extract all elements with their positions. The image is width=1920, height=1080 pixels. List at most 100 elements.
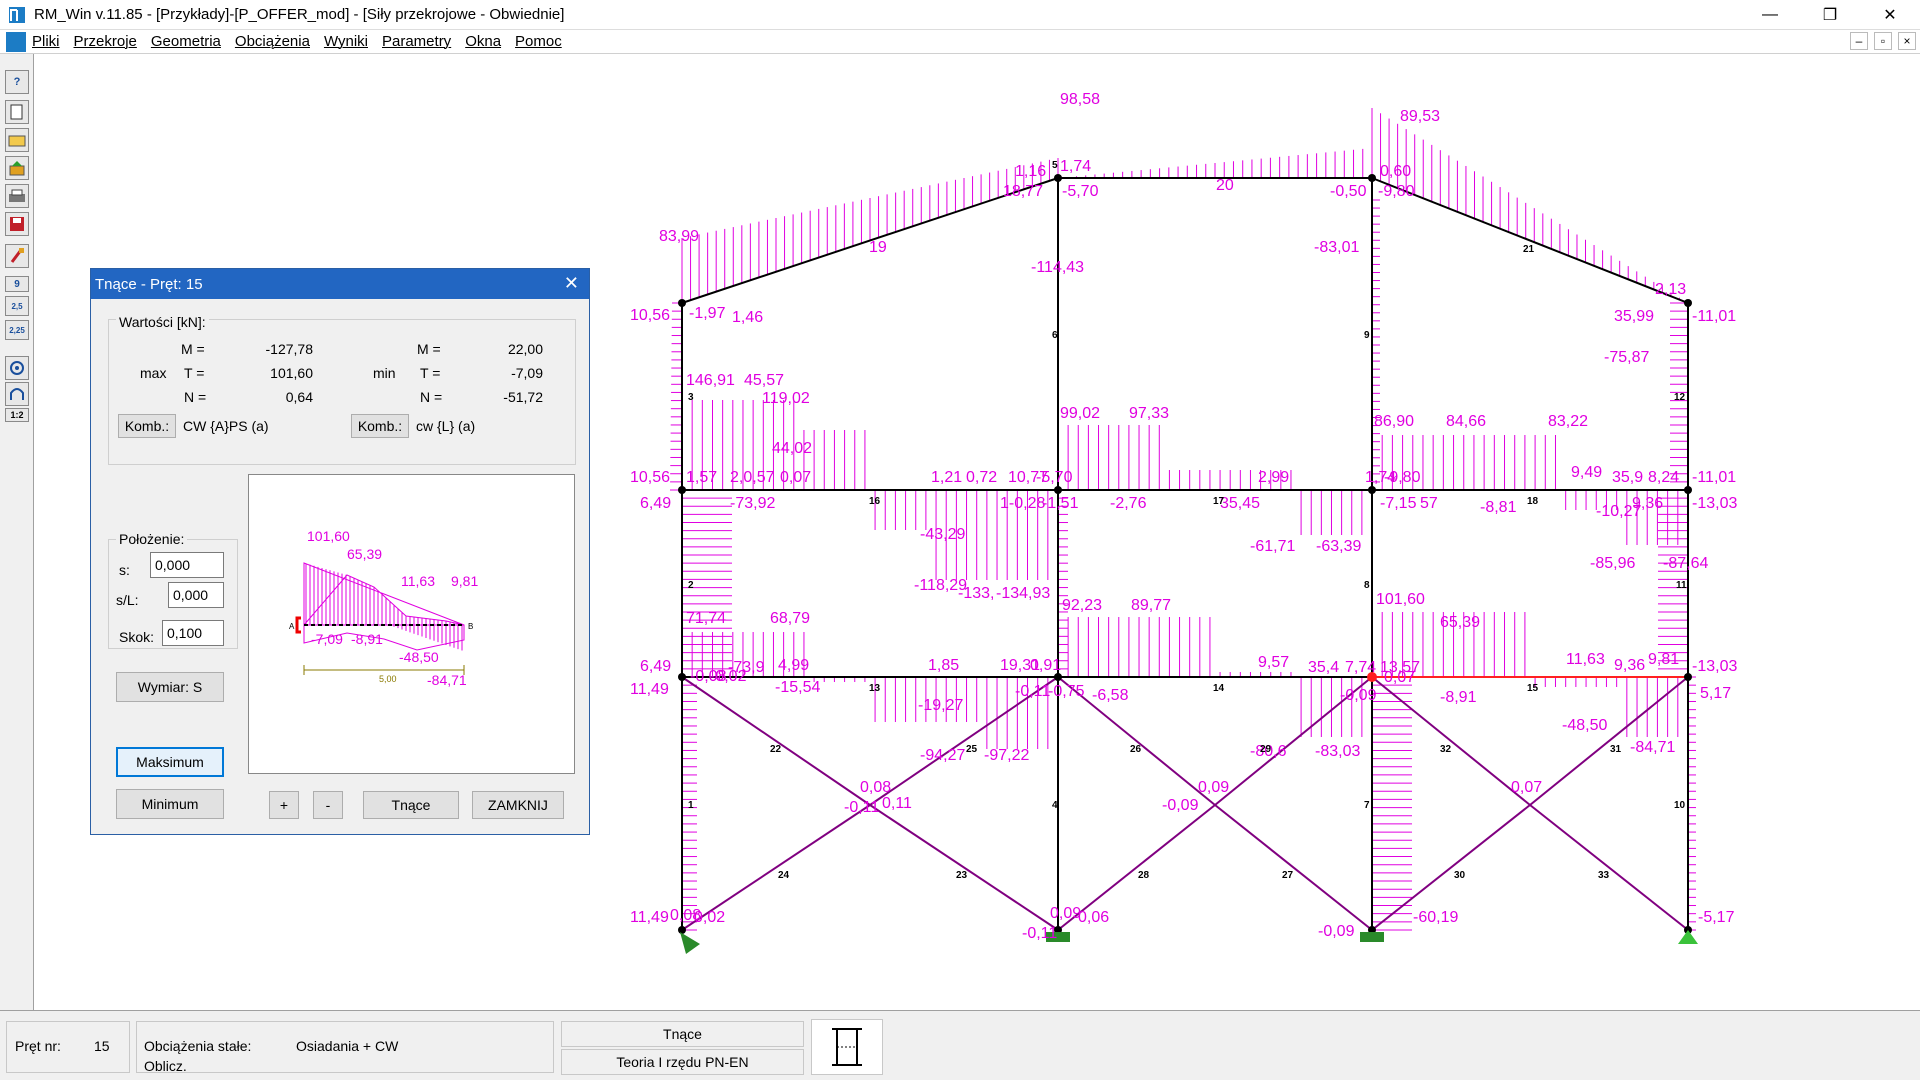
max-m-value: -127,78 (265, 341, 313, 357)
value-label: 45,57 (744, 372, 784, 389)
value-label: 146,91 (686, 372, 735, 389)
close-window-button[interactable]: ✕ (1860, 0, 1920, 30)
value-label: -2,76 (1110, 495, 1147, 512)
value-label: 11,49 (630, 909, 669, 926)
value-label: 1,46 (732, 309, 763, 326)
bar-number-label: 11 (1676, 580, 1687, 591)
bar-preview: 101,60 65,39 11,63 9,81 -7,09 -8,91 -48,… (248, 474, 575, 774)
menu-pomoc[interactable]: Pomoc (515, 33, 562, 50)
komb-min-value: cw {L} (a) (416, 418, 476, 434)
paint-icon[interactable] (5, 244, 29, 268)
bar-number-label: 10 (1674, 800, 1686, 811)
print-icon[interactable] (5, 184, 29, 208)
value-label: 9,81 (1648, 651, 1679, 668)
loads-label: Obciążenia stałe: (144, 1038, 252, 1054)
zoom-in-button[interactable]: + (269, 791, 299, 819)
value-label: -5,70 (1036, 469, 1073, 486)
step-input[interactable] (162, 620, 224, 646)
value-label: -13,03 (1692, 658, 1737, 675)
support-icon (1678, 930, 1698, 944)
value-label: 1,74 (1060, 158, 1091, 175)
sl-input[interactable] (168, 582, 224, 608)
value-label: -0,11 (1022, 925, 1057, 942)
mdi-close-button[interactable]: × (1898, 32, 1916, 50)
value-label: 9,36 (1614, 657, 1645, 674)
dimension-button[interactable]: Wymiar: S (116, 672, 224, 702)
frame-preview-icon[interactable] (811, 1019, 883, 1075)
s-label: s: (119, 562, 130, 578)
value-label: -60,19 (1413, 909, 1458, 926)
export-icon[interactable] (5, 156, 29, 180)
value-label: -0,50 (1330, 183, 1367, 200)
calc-label: Oblicz. (144, 1058, 187, 1074)
value-label: -8,81 (1480, 499, 1517, 516)
menu-parametry[interactable]: Parametry (382, 33, 451, 50)
save-icon[interactable] (5, 212, 29, 236)
minimize-button[interactable]: — (1740, 0, 1800, 30)
close-dialog-button[interactable]: ZAMKNIJ (472, 791, 564, 819)
shear-button[interactable]: Tnące (363, 791, 459, 819)
menu-geometria[interactable]: Geometria (151, 33, 221, 50)
loads-value: Osiadania + CW (296, 1038, 399, 1054)
help-icon[interactable]: ? (5, 70, 29, 94)
zoom-out-button[interactable]: - (313, 791, 343, 819)
dialog-close-icon[interactable]: ✕ (564, 273, 579, 294)
preview-label: -8,91 (351, 631, 383, 647)
dimension-icon[interactable]: 2,5 (5, 296, 29, 316)
bar-number-label: 13 (869, 683, 881, 694)
value-label: 9,36 (1632, 495, 1663, 512)
menu-obciazenia[interactable]: Obciążenia (235, 33, 310, 50)
value-label: -87,64 (1663, 555, 1708, 572)
menu-przekroje[interactable]: Przekroje (74, 33, 137, 50)
s-input[interactable] (150, 552, 224, 578)
value-label: 2,0,57 (730, 469, 775, 486)
value-label: 97,33 (1129, 405, 1169, 422)
value-label: 101,60 (1376, 591, 1425, 608)
document-icon[interactable] (6, 31, 26, 52)
result-type-panel[interactable]: Tnące (561, 1021, 804, 1047)
bar-number-label: 30 (1454, 870, 1466, 881)
value-label: 6,49 (640, 495, 671, 512)
value-label: 5,17 (1700, 685, 1731, 702)
preview-label: -7,09 (311, 631, 343, 647)
komb-max-button[interactable]: Komb.: (118, 414, 176, 438)
open-folder-icon[interactable] (5, 128, 29, 152)
value-label: 89,53 (1400, 108, 1440, 125)
max-t-value: 101,60 (270, 365, 313, 381)
minimum-button[interactable]: Minimum (116, 789, 224, 819)
value-label: 83,22 (1548, 413, 1588, 430)
bar-number-label: 28 (1138, 870, 1150, 881)
max-label: max (140, 365, 167, 381)
values-header: Wartości [kN]: (116, 314, 209, 330)
mdi-minimize-button[interactable]: – (1850, 32, 1868, 50)
bar-number-label: 32 (1440, 744, 1452, 755)
value-label: -73,92 (730, 495, 775, 512)
arch-icon[interactable] (5, 382, 29, 406)
scale-nine-icon[interactable]: 9 (5, 276, 29, 292)
dimension-detail-icon[interactable]: 2,25 (5, 320, 29, 340)
menu-pliki[interactable]: Pliki (32, 33, 60, 50)
restore-button[interactable]: ❐ (1800, 0, 1860, 30)
step-label: Skok: (119, 629, 155, 645)
bar-number-label: 23 (956, 870, 968, 881)
min-m-value: 22,00 (507, 341, 543, 357)
node (1368, 174, 1376, 182)
support-icon (680, 932, 700, 954)
menu-wyniki[interactable]: Wyniki (324, 33, 368, 50)
value-label: 92,23 (1062, 597, 1102, 614)
komb-max-value: CW {A}PS (a) (183, 418, 269, 434)
value-label: 98,58 (1060, 91, 1100, 108)
theory-panel: Teoria I rzędu PN-EN (561, 1049, 804, 1075)
preview-label: 5,00 (379, 674, 397, 684)
ratio-icon[interactable]: 1:2 (5, 408, 29, 422)
bar-number-label: 31 (1610, 744, 1622, 755)
value-label: 68,79 (770, 610, 810, 627)
mdi-restore-button[interactable]: ▫ (1874, 32, 1892, 50)
target-icon[interactable] (5, 356, 29, 380)
maximum-button[interactable]: Maksimum (116, 747, 224, 777)
value-label: 8,24 (1648, 469, 1679, 486)
value-label: 10,56 (630, 307, 670, 324)
komb-min-button[interactable]: Komb.: (351, 414, 409, 438)
new-file-icon[interactable] (5, 100, 29, 124)
menu-okna[interactable]: Okna (465, 33, 501, 50)
